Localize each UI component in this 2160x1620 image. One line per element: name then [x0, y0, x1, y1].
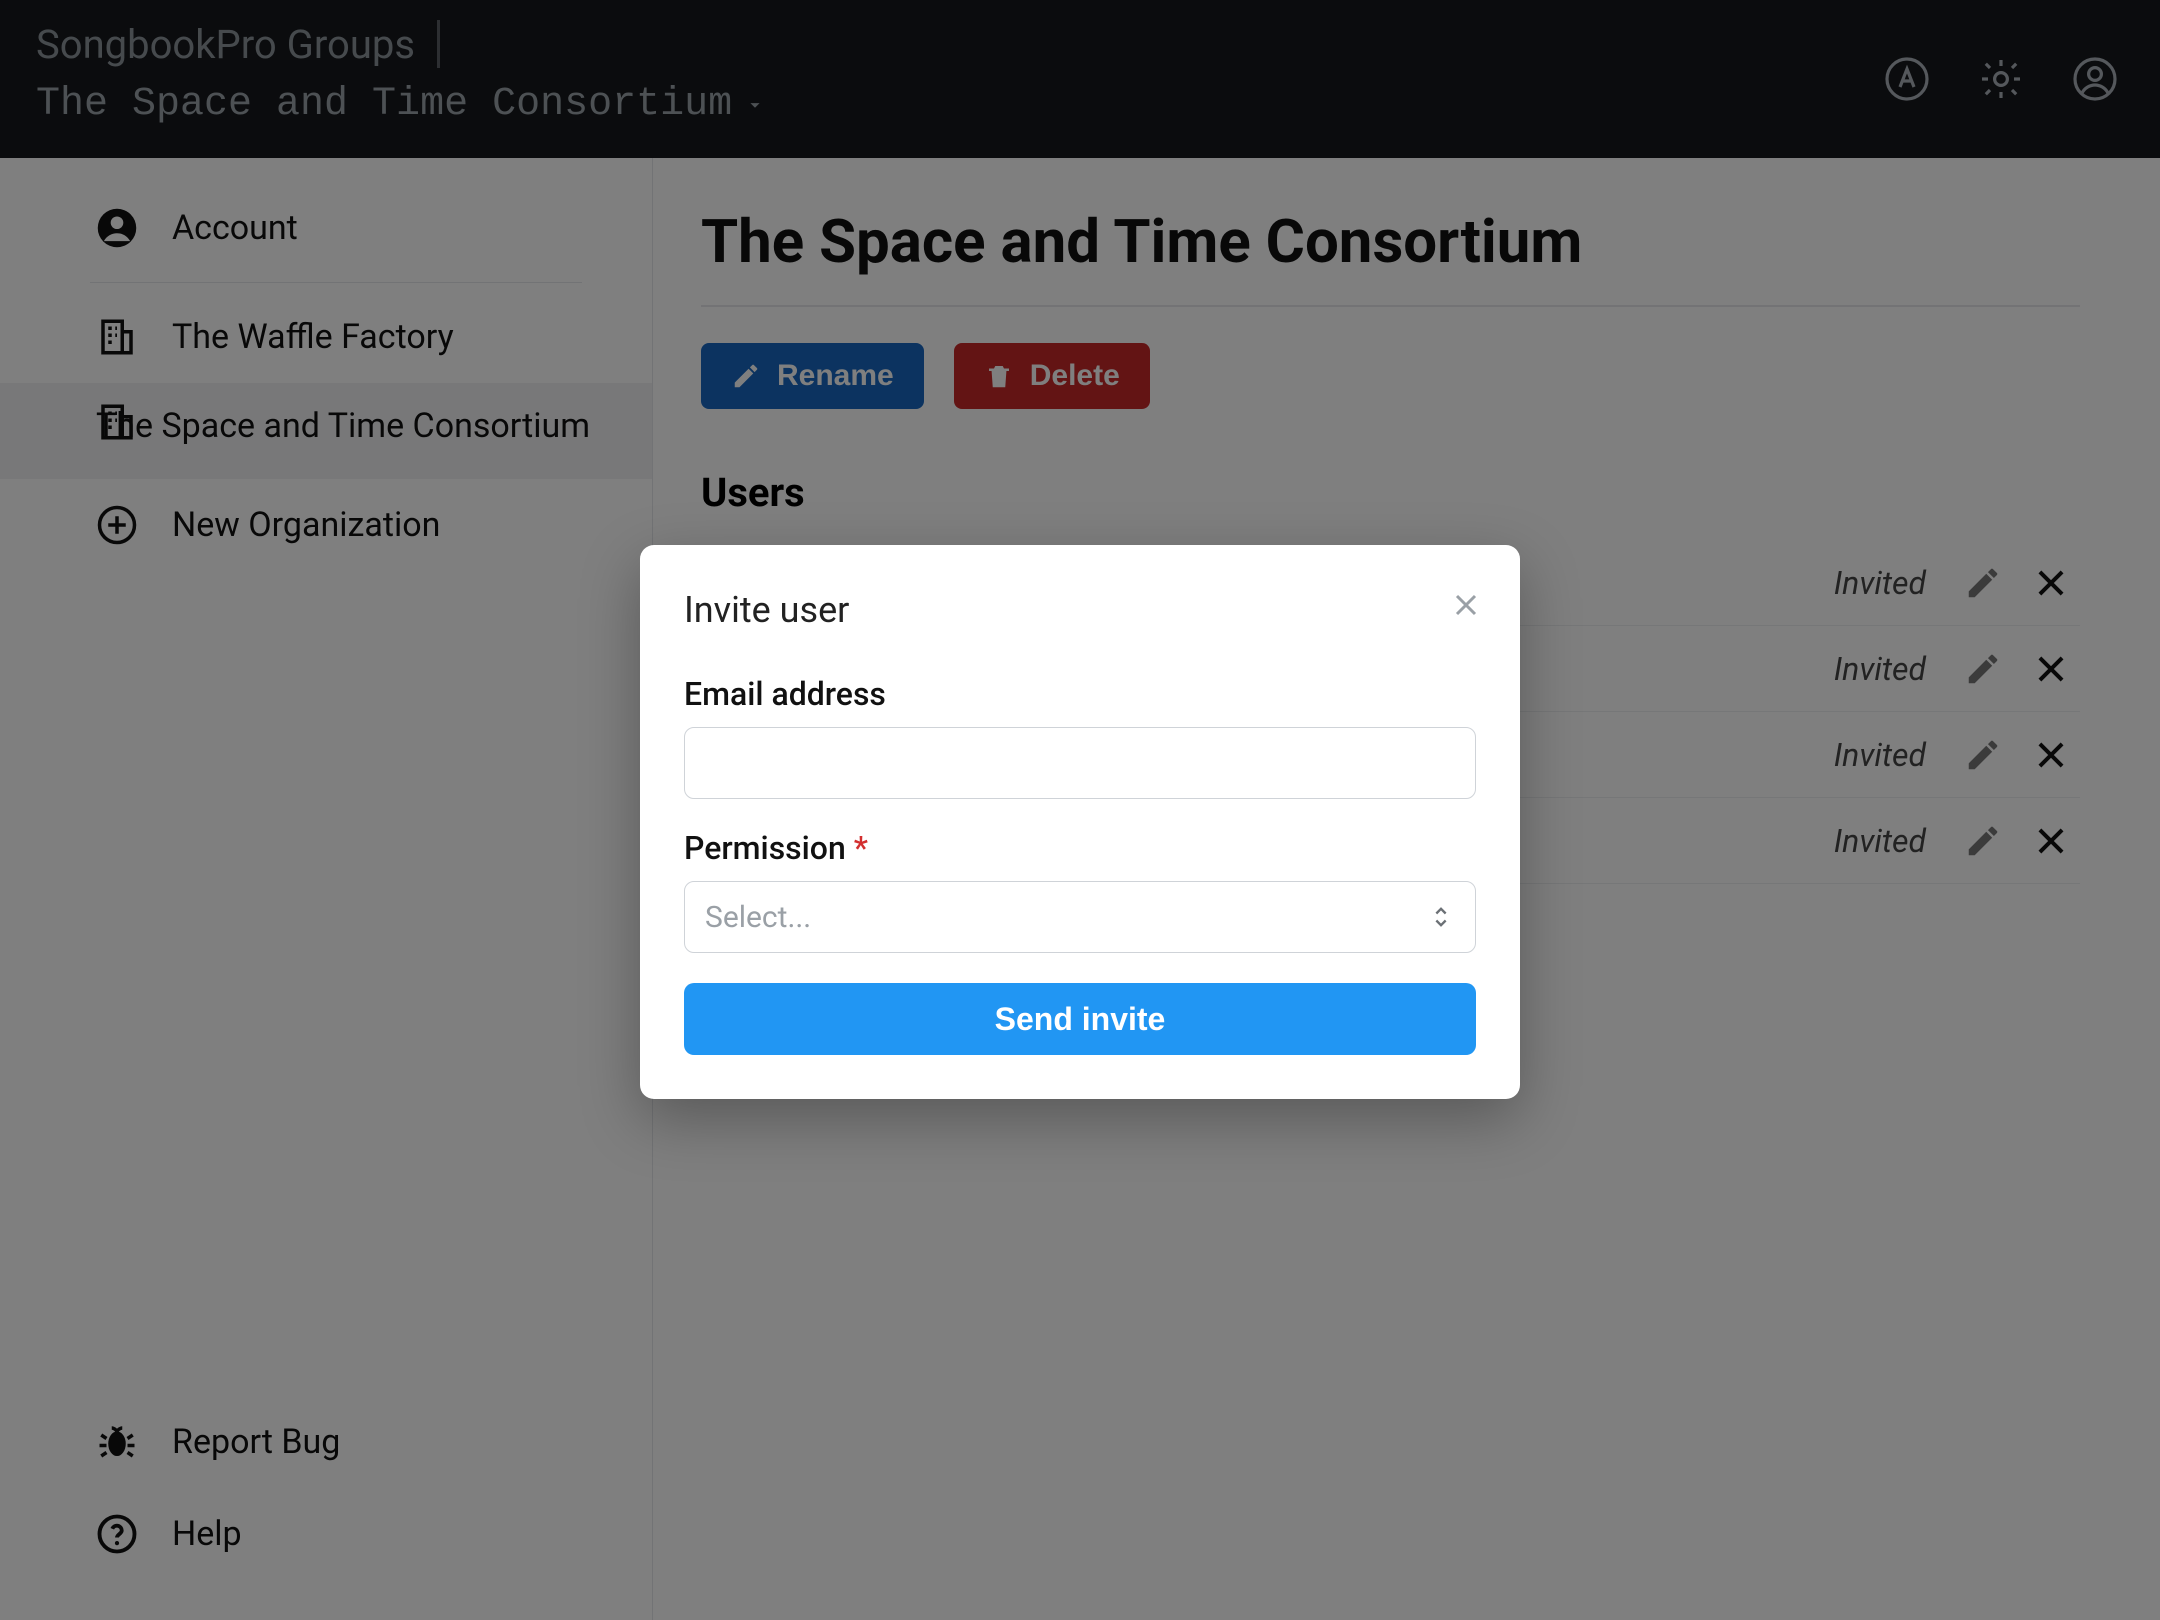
chevron-updown-icon: [1427, 903, 1455, 931]
permission-label-text: Permission: [684, 829, 846, 867]
modal-overlay[interactable]: Invite user Email address Permission * S…: [0, 0, 2160, 1620]
button-label: Send invite: [995, 1001, 1166, 1038]
send-invite-button[interactable]: Send invite: [684, 983, 1476, 1055]
select-placeholder: Select...: [705, 900, 811, 935]
email-input[interactable]: [684, 727, 1476, 799]
permission-label: Permission *: [684, 829, 1476, 867]
modal-title: Invite user: [684, 589, 1476, 631]
close-icon[interactable]: [1448, 587, 1484, 623]
invite-user-modal: Invite user Email address Permission * S…: [640, 545, 1520, 1099]
permission-select[interactable]: Select...: [684, 881, 1476, 953]
email-label: Email address: [684, 675, 1476, 713]
required-asterisk: *: [854, 829, 868, 867]
